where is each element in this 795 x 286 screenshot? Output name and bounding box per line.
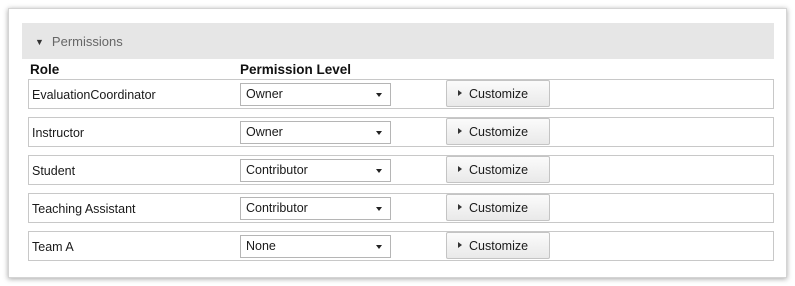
role-name: EvaluationCoordinator [32,88,156,102]
dropdown-arrow-icon [376,169,382,173]
permission-level-value: None [246,239,276,253]
role-name: Teaching Assistant [32,202,136,216]
permission-level-value: Contributor [246,201,308,215]
customize-button[interactable]: Customize [446,232,550,259]
customize-button[interactable]: Customize [446,80,550,107]
permission-row: Student Contributor Customize [28,155,774,185]
customize-button-label: Customize [469,163,529,177]
permission-row: Team A None Customize [28,231,774,261]
customize-button-label: Customize [469,87,529,101]
permission-level-select[interactable]: Owner [240,83,391,106]
customize-button-label: Customize [469,239,529,253]
column-header-role: Role [30,62,60,77]
triangle-right-icon [458,204,462,210]
role-name: Team A [32,240,74,254]
permission-level-select[interactable]: Contributor [240,197,391,220]
section-title: Permissions [51,33,123,49]
permission-row: EvaluationCoordinator Owner Customize [28,79,774,109]
customize-button-label: Customize [469,201,529,215]
dropdown-arrow-icon [376,245,382,249]
permissions-section-header[interactable]: ▼ Permissions [22,23,774,59]
customize-button[interactable]: Customize [446,194,550,221]
customize-button-label: Customize [469,125,529,139]
dropdown-arrow-icon [376,207,382,211]
permission-row: Instructor Owner Customize [28,117,774,147]
role-name: Student [32,164,76,178]
customize-button[interactable]: Customize [446,156,550,183]
permissions-rows: EvaluationCoordinator Owner Customize In… [28,79,774,261]
triangle-right-icon [458,242,462,248]
dropdown-arrow-icon [376,131,382,135]
permission-level-select[interactable]: Owner [240,121,391,144]
permission-row: Teaching Assistant Contributor Customize [28,193,774,223]
permission-level-select[interactable]: None [240,235,391,258]
permission-level-value: Owner [246,125,283,139]
permissions-section: ▼ Permissions Role Permission Level Eval… [22,23,774,269]
triangle-right-icon [458,128,462,134]
customize-button[interactable]: Customize [446,118,550,145]
triangle-right-icon [458,90,462,96]
triangle-right-icon [458,166,462,172]
triangle-down-icon: ▼ [35,37,44,47]
permission-level-select[interactable]: Contributor [240,159,391,182]
permission-level-value: Contributor [246,163,308,177]
dropdown-arrow-icon [376,93,382,97]
role-name: Instructor [32,126,85,140]
column-header-permission-level: Permission Level [240,62,352,77]
column-headers: Role Permission Level [22,59,774,79]
permissions-panel: ▼ Permissions Role Permission Level Eval… [8,8,787,278]
permission-level-value: Owner [246,87,283,101]
